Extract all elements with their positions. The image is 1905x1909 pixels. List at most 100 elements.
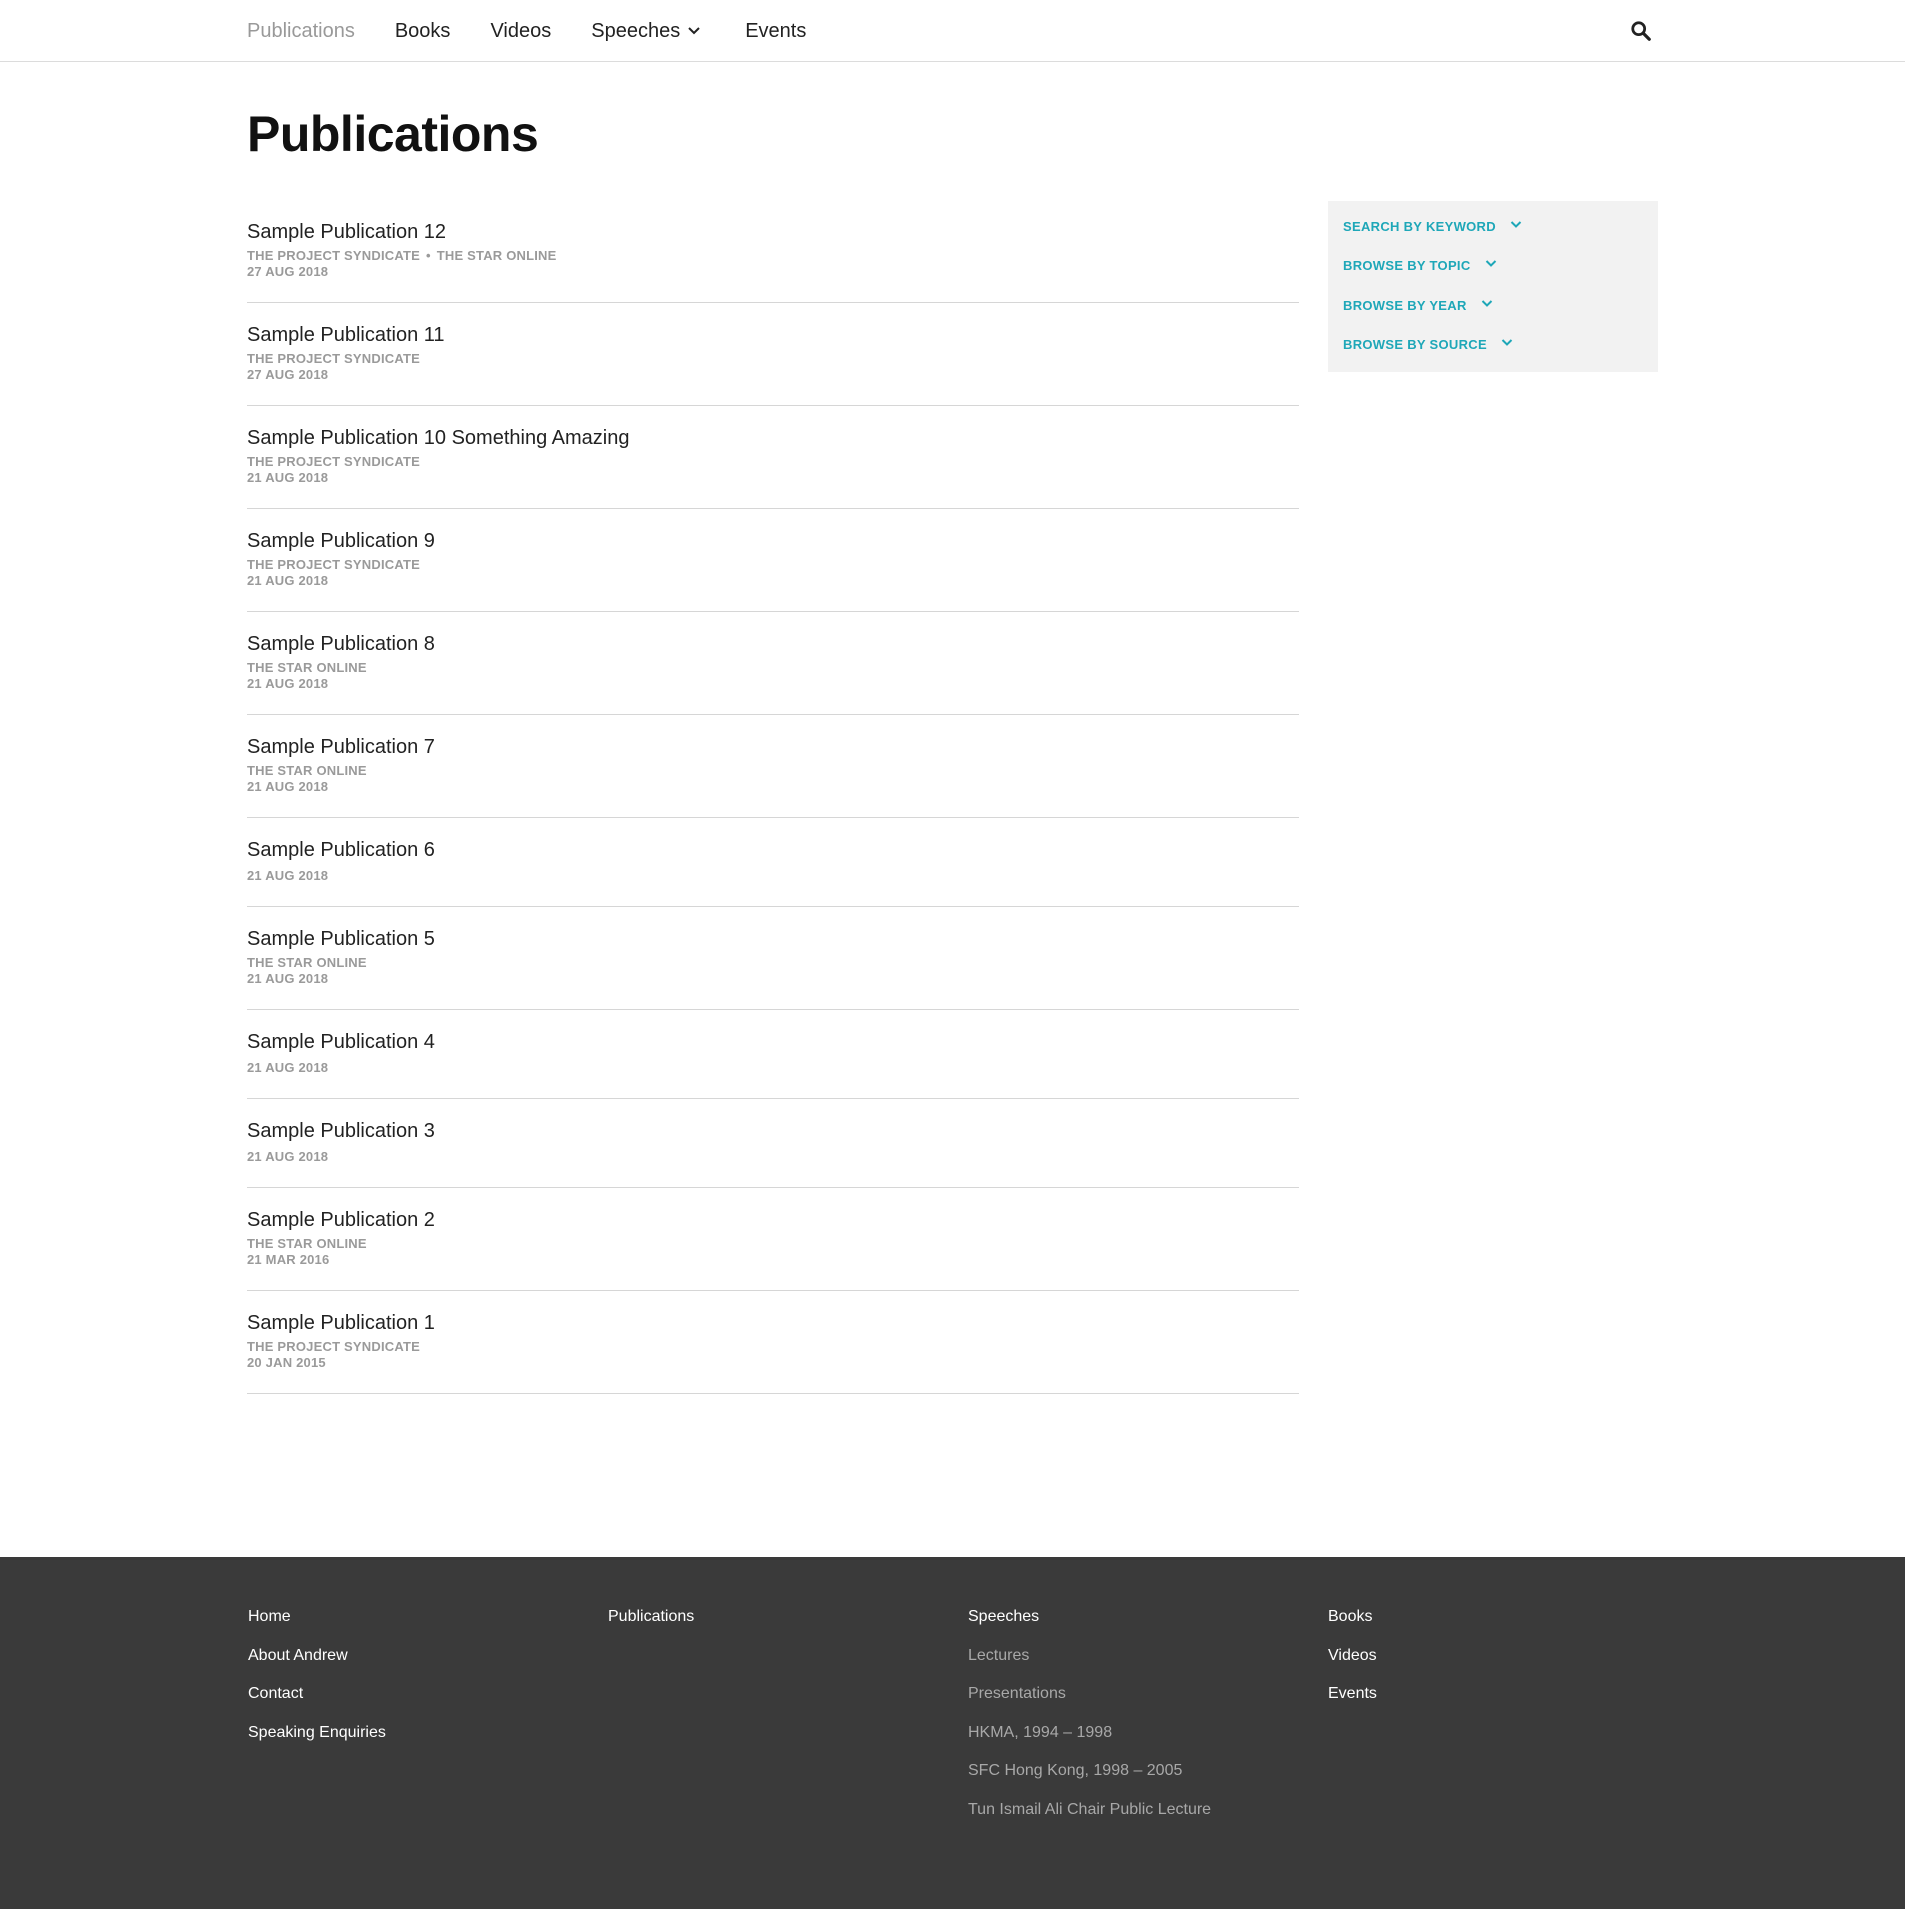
chevron-down-icon <box>1510 221 1522 228</box>
list-item: Sample Publication 11 THE PROJECT SYNDICA… <box>247 303 1299 406</box>
publication-source: THE PROJECT SYNDICATE <box>247 454 420 469</box>
publication-title-link[interactable]: Sample Publication 7 <box>247 735 435 759</box>
filter-label: BROWSE BY TOPIC <box>1343 258 1471 274</box>
search-icon <box>1631 21 1651 41</box>
footer-link-home[interactable]: Home <box>248 1607 386 1646</box>
footer-link-presentations[interactable]: Presentations <box>968 1684 1211 1723</box>
nav-videos[interactable]: Videos <box>490 20 551 43</box>
publication-date: 20 JAN 2015 <box>247 1355 326 1370</box>
filter-label: BROWSE BY SOURCE <box>1343 336 1487 352</box>
publication-title-link[interactable]: Sample Publication 12 <box>247 220 446 244</box>
publication-sources: THE PROJECT SYNDICATE <box>247 351 1299 367</box>
publication-list: Sample Publication 12 THE PROJECT SYNDICA… <box>247 200 1299 1394</box>
list-item: Sample Publication 6 21 AUG 2018 <box>247 818 1299 907</box>
list-item: Sample Publication 1 THE PROJECT SYNDICAT… <box>247 1291 1299 1394</box>
publication-source: THE PROJECT SYNDICATE <box>247 351 420 366</box>
publication-sources: THE STAR ONLINE <box>247 1236 1299 1252</box>
publication-title-link[interactable]: Sample Publication 8 <box>247 632 435 656</box>
search-button[interactable] <box>1630 20 1654 44</box>
footer-col-3: Speeches Lectures Presentations HKMA, 19… <box>968 1607 1211 1838</box>
footer-link-hkma[interactable]: HKMA, 1994 – 1998 <box>968 1723 1211 1762</box>
footer-link-books[interactable]: Books <box>1328 1607 1377 1646</box>
filter-panel: SEARCH BY KEYWORD BROWSE BY TOPIC BROWSE… <box>1328 201 1658 372</box>
publication-date: 21 AUG 2018 <box>247 779 329 794</box>
chevron-down-icon <box>688 27 700 35</box>
list-item: Sample Publication 5 THE STAR ONLINE 21 AU… <box>247 907 1299 1010</box>
publication-title-link[interactable]: Sample Publication 11 <box>247 323 445 347</box>
publication-title-link[interactable]: Sample Publication 5 <box>247 927 435 951</box>
list-item: Sample Publication 9 THE PROJECT SYNDICAT… <box>247 509 1299 612</box>
publication-source: THE STAR ONLINE <box>436 248 557 263</box>
filter-browse-topic[interactable]: BROWSE BY TOPIC <box>1343 258 1658 297</box>
publication-sources: THE PROJECT SYNDICATE <box>247 454 1299 470</box>
publication-title-link[interactable]: Sample Publication 9 <box>247 529 435 553</box>
publication-date: 21 MAR 2016 <box>247 1252 330 1267</box>
publication-date: 21 AUG 2018 <box>247 1060 329 1075</box>
publication-source: THE PROJECT SYNDICATE <box>247 248 420 263</box>
nav-events[interactable]: Events <box>745 20 806 43</box>
publication-source: THE STAR ONLINE <box>247 955 367 970</box>
footer-link-publications[interactable]: Publications <box>608 1607 694 1646</box>
publication-sources: THE PROJECT SYNDICATE <box>247 557 1299 573</box>
nav-books[interactable]: Books <box>395 20 451 43</box>
filter-browse-year[interactable]: BROWSE BY YEAR <box>1343 298 1658 337</box>
list-item: Sample Publication 3 21 AUG 2018 <box>247 1099 1299 1188</box>
filter-label: BROWSE BY YEAR <box>1343 297 1467 313</box>
publication-title-link[interactable]: Sample Publication 3 <box>247 1119 435 1143</box>
footer-col-4: Books Videos Events <box>1328 1607 1377 1723</box>
list-item: Sample Publication 7 THE STAR ONLINE 21 AU… <box>247 715 1299 818</box>
nav-speeches-label: Speeches <box>591 19 681 42</box>
publication-source: THE STAR ONLINE <box>247 660 367 675</box>
footer-link-speaking-enquiries[interactable]: Speaking Enquiries <box>248 1723 386 1762</box>
footer-col-2: Publications <box>608 1607 694 1646</box>
publication-source: THE STAR ONLINE <box>247 1236 367 1251</box>
publication-title-link[interactable]: Sample Publication 10 Something Amazing <box>247 426 629 450</box>
publication-title-link[interactable]: Sample Publication 2 <box>247 1208 435 1232</box>
filter-label: SEARCH BY KEYWORD <box>1343 219 1496 234</box>
chevron-down-icon <box>1481 299 1492 307</box>
publication-title-link[interactable]: Sample Publication 4 <box>247 1030 435 1054</box>
publication-sources: THE STAR ONLINE <box>247 955 1299 971</box>
footer-link-lectures[interactable]: Lectures <box>968 1646 1211 1685</box>
publication-date: 21 AUG 2018 <box>247 573 329 588</box>
list-item: Sample Publication 8 THE STAR ONLINE 21 AU… <box>247 612 1299 715</box>
filter-browse-source[interactable]: BROWSE BY SOURCE <box>1343 337 1658 376</box>
list-item: Sample Publication 4 21 AUG 2018 <box>247 1010 1299 1099</box>
publication-sources: THE PROJECT SYNDICATE • THE STAR ONLINE <box>247 248 1299 264</box>
publication-title-link[interactable]: Sample Publication 1 <box>247 1311 435 1335</box>
publication-source: THE PROJECT SYNDICATE <box>247 1339 420 1354</box>
publication-date: 27 AUG 2018 <box>247 367 329 382</box>
publication-date: 21 AUG 2018 <box>247 868 329 883</box>
page-title: Publications <box>247 106 539 162</box>
top-nav-bar: Publications Books Videos Speeches Event… <box>0 0 1905 62</box>
list-item: Sample Publication 10 Something Amazing T… <box>247 406 1299 509</box>
footer-col-1: Home About Andrew Contact Speaking Enqui… <box>248 1607 386 1761</box>
publication-source: THE PROJECT SYNDICATE <box>247 557 420 572</box>
publication-date: 21 AUG 2018 <box>247 971 329 986</box>
footer-link-videos[interactable]: Videos <box>1328 1646 1377 1685</box>
footer-link-sfc[interactable]: SFC Hong Kong, 1998 – 2005 <box>968 1761 1211 1800</box>
footer-link-speeches[interactable]: Speeches <box>968 1607 1211 1646</box>
footer-link-events[interactable]: Events <box>1328 1684 1377 1723</box>
chevron-down-icon <box>1485 260 1496 268</box>
publication-date: 27 AUG 2018 <box>247 264 329 279</box>
publication-sources: THE STAR ONLINE <box>247 660 1299 676</box>
footer-link-contact[interactable]: Contact <box>248 1684 386 1723</box>
publication-source: THE STAR ONLINE <box>247 763 367 778</box>
publication-title-link[interactable]: Sample Publication 6 <box>247 838 435 862</box>
bullet-separator: • <box>425 248 431 263</box>
nav-speeches[interactable]: Speeches <box>591 20 701 43</box>
footer-link-tun-ismail[interactable]: Tun Ismail Ali Chair Public Lecture <box>968 1800 1211 1839</box>
publication-sources: THE PROJECT SYNDICATE <box>247 1339 1299 1355</box>
site-footer: Home About Andrew Contact Speaking Enqui… <box>0 1557 1905 1909</box>
list-item: Sample Publication 2 THE STAR ONLINE 21 MA… <box>247 1188 1299 1291</box>
filter-search-keyword[interactable]: SEARCH BY KEYWORD <box>1343 219 1658 258</box>
list-item: Sample Publication 12 THE PROJECT SYNDICA… <box>247 200 1299 303</box>
main-nav: Publications Books Videos Speeches Event… <box>247 0 846 62</box>
publication-date: 21 AUG 2018 <box>247 470 329 485</box>
publication-date: 21 AUG 2018 <box>247 1149 329 1164</box>
publication-sources: THE STAR ONLINE <box>247 763 1299 779</box>
nav-publications[interactable]: Publications <box>247 20 355 43</box>
footer-link-about[interactable]: About Andrew <box>248 1646 386 1685</box>
publication-date: 21 AUG 2018 <box>247 676 329 691</box>
